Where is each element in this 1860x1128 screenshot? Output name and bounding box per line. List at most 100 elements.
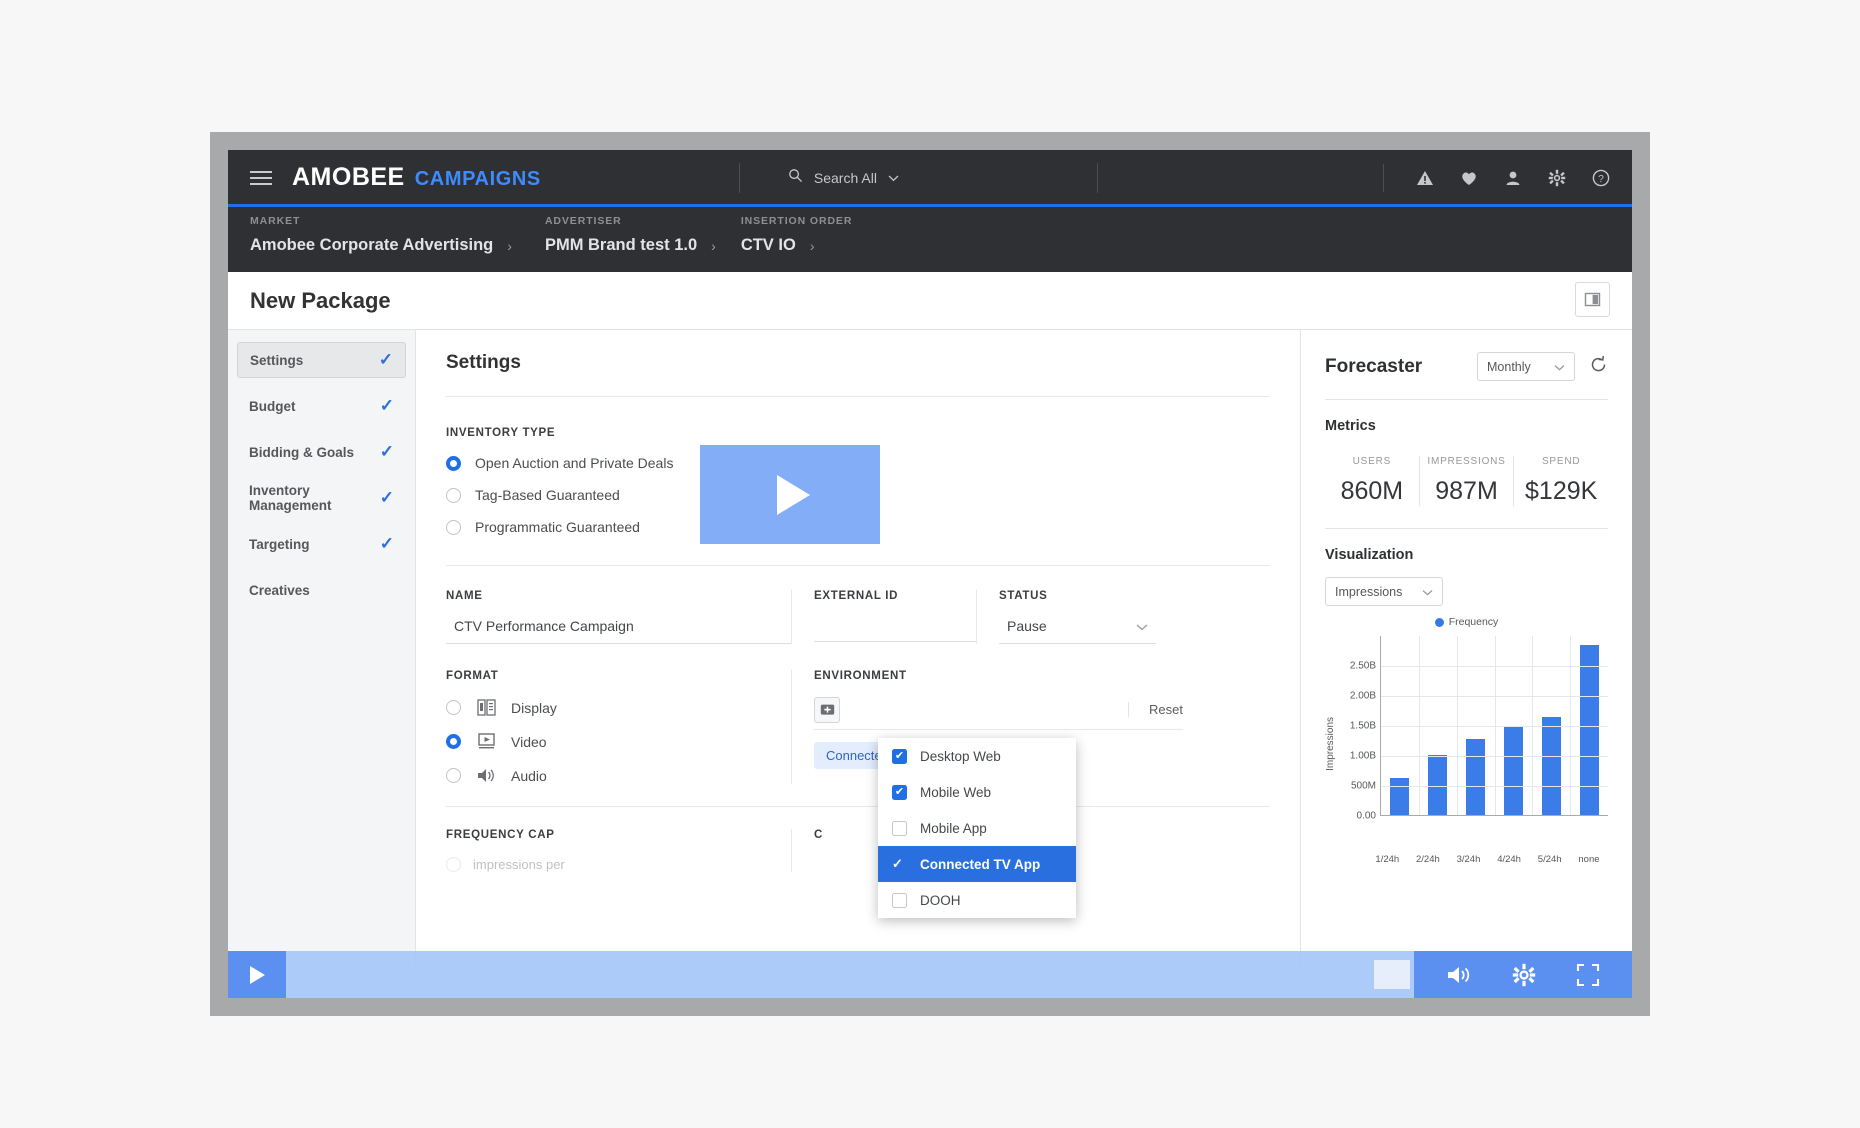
brand-logo[interactable]: AMOBEE CAMPAIGNS: [292, 163, 541, 192]
radio-icon: [446, 700, 461, 715]
format-option-video[interactable]: Video: [446, 733, 791, 750]
chart-y-tick-label: 1.00B: [1349, 750, 1376, 762]
refresh-icon[interactable]: [1589, 355, 1608, 379]
external-id-input[interactable]: [814, 618, 976, 642]
breadcrumb-value[interactable]: PMM Brand test 1.0: [545, 236, 697, 255]
chart-y-tick-label: 500M: [1350, 780, 1376, 792]
chart-y-tick-label: 1.50B: [1349, 720, 1376, 732]
env-option-label: Desktop Web: [920, 748, 1001, 764]
breadcrumb-value[interactable]: Amobee Corporate Advertising: [250, 236, 493, 255]
radio-icon: [446, 734, 461, 749]
chart-y-tick-label: 2.50B: [1349, 660, 1376, 672]
chart-y-tick-label: 2.00B: [1349, 690, 1376, 702]
heart-icon[interactable]: [1460, 169, 1478, 187]
metric-users: USERS 860M: [1325, 456, 1419, 506]
user-icon[interactable]: [1504, 169, 1522, 187]
env-option-label: DOOH: [920, 892, 961, 908]
format-option-audio[interactable]: Audio: [446, 767, 791, 784]
sidebar-item-settings[interactable]: Settings ✓: [237, 342, 406, 378]
chart-x-tick-label: 1/24h: [1375, 854, 1400, 865]
settings-form: Settings INVENTORY TYPE Open Auction and…: [416, 330, 1300, 967]
format-field-group: FORMAT Display Video Audio: [446, 670, 791, 784]
video-right-controls: [1414, 951, 1632, 998]
visualization-metric-select[interactable]: Impressions: [1325, 577, 1443, 606]
name-field-group: NAME CTV Performance Campaign: [446, 590, 791, 644]
help-icon[interactable]: ?: [1592, 169, 1610, 187]
chevron-down-icon: [1422, 585, 1433, 599]
frequency-cap-group: FREQUENCY CAP impressions per: [446, 829, 791, 872]
plus-icon[interactable]: [814, 696, 840, 723]
chevron-down-icon: [888, 169, 899, 187]
metrics-heading: Metrics: [1325, 418, 1376, 434]
metric-value: 860M: [1340, 477, 1404, 505]
top-navigation-bar: AMOBEE CAMPAIGNS Search All ?: [228, 150, 1632, 207]
radio-icon: [446, 487, 461, 503]
chart-x-tick-label: 4/24h: [1497, 854, 1521, 865]
env-option-connected-tv-app[interactable]: ✓ Connected TV App: [878, 846, 1076, 882]
chevron-right-icon: ›: [809, 237, 815, 254]
env-option-label: Connected TV App: [920, 856, 1041, 872]
format-option-display[interactable]: Display: [446, 699, 791, 716]
chart-bar: [1390, 777, 1410, 815]
radio-label: Programmatic Guaranteed: [475, 519, 640, 535]
video-progress-handle[interactable]: [1374, 960, 1410, 989]
metric-impressions: IMPRESSIONS 987M: [1418, 456, 1514, 506]
sidebar-item-inventory-management[interactable]: Inventory Management ✓: [237, 480, 406, 516]
gear-icon[interactable]: [1512, 963, 1536, 987]
checkbox-icon: [892, 820, 907, 836]
sidebar-item-budget[interactable]: Budget ✓: [237, 388, 406, 424]
metric-label: IMPRESSIONS: [1427, 456, 1506, 467]
play-button[interactable]: [228, 951, 286, 998]
volume-icon[interactable]: [1446, 964, 1472, 986]
brand-product: CAMPAIGNS: [414, 168, 541, 190]
metric-value: 987M: [1435, 477, 1498, 505]
panel-layout-icon[interactable]: [1575, 282, 1610, 317]
video-icon: [475, 733, 497, 750]
env-option-mobile-app[interactable]: Mobile App: [878, 810, 1076, 846]
alert-triangle-icon[interactable]: [1416, 169, 1434, 187]
chart-plot-wrapper: Impressions 0.00 500M 1.00B 1.50B 2.00B 2.50B: [1325, 636, 1608, 851]
sidebar-item-targeting[interactable]: Targeting ✓: [237, 526, 406, 562]
sidebar-item-label: Targeting: [249, 536, 310, 552]
env-option-mobile-web[interactable]: Mobile Web: [878, 774, 1076, 810]
video-play-overlay[interactable]: [700, 445, 880, 544]
external-id-field-group: EXTERNAL ID: [791, 590, 976, 644]
play-icon: [776, 474, 810, 515]
breadcrumb-label: ADVERTISER: [544, 215, 622, 227]
hamburger-icon[interactable]: [250, 167, 272, 189]
env-option-dooh[interactable]: DOOH: [878, 882, 1076, 918]
forecaster-title: Forecaster: [1325, 355, 1423, 377]
metric-label: SPEND: [1541, 456, 1581, 467]
forecaster-header: Forecaster Monthly: [1325, 352, 1608, 381]
env-option-desktop-web[interactable]: Desktop Web: [878, 738, 1076, 774]
gear-icon[interactable]: [1548, 169, 1566, 187]
radio-icon: [446, 455, 461, 471]
fullscreen-icon[interactable]: [1576, 963, 1600, 987]
search-all-control[interactable]: Search All: [788, 168, 899, 188]
chart-x-tick-label: 2/24h: [1416, 854, 1440, 865]
settings-heading: Settings: [446, 352, 1270, 397]
breadcrumb-item-insertion-order: INSERTION ORDER CTV IO ›: [741, 215, 853, 255]
body-layout: Settings ✓ Budget ✓ Bidding & Goals ✓ In…: [228, 330, 1632, 967]
forecaster-period-select[interactable]: Monthly: [1477, 352, 1575, 381]
sidebar-item-bidding-goals[interactable]: Bidding & Goals ✓: [237, 434, 406, 470]
status-select[interactable]: Pause: [999, 618, 1156, 644]
sidebar-item-creatives[interactable]: Creatives: [237, 572, 406, 608]
nav-divider: [738, 162, 740, 193]
metrics-row: USERS 860M IMPRESSIONS 987M SPEND $129K: [1325, 456, 1608, 506]
name-input[interactable]: CTV Performance Campaign: [446, 618, 791, 644]
external-id-label: EXTERNAL ID: [814, 590, 899, 602]
check-icon: ✓: [379, 488, 394, 507]
chart-legend: Frequency: [1325, 616, 1608, 628]
format-label-video: Video: [511, 733, 547, 750]
search-icon: [788, 168, 803, 188]
env-option-label: Mobile Web: [920, 784, 992, 800]
visualization-heading: Visualization: [1325, 547, 1414, 563]
breadcrumb-value[interactable]: CTV IO: [741, 236, 796, 255]
visualization-metric-value: Impressions: [1335, 584, 1403, 599]
display-icon: [475, 699, 497, 716]
breadcrumb-label: INSERTION ORDER: [740, 215, 853, 227]
check-icon: ✓: [379, 396, 394, 415]
reset-button[interactable]: Reset: [1128, 702, 1183, 717]
chart-bar: [1428, 755, 1448, 815]
